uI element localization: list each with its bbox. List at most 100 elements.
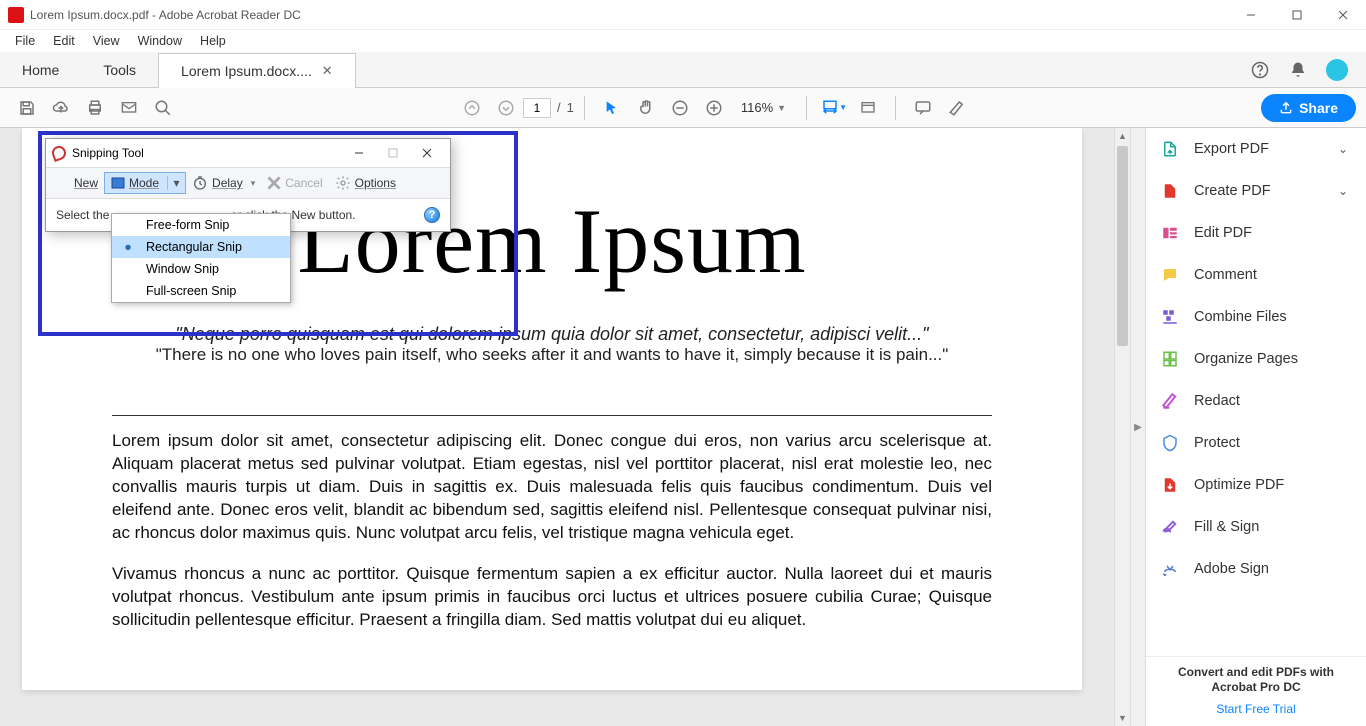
zoom-in-icon[interactable]	[697, 91, 731, 125]
page-up-icon[interactable]	[455, 91, 489, 125]
rpanel-item-adobe-sign[interactable]: Adobe Sign	[1146, 548, 1366, 590]
rpanel-item-label: Combine Files	[1194, 309, 1287, 325]
tab-close-icon[interactable]: ✕	[322, 63, 333, 79]
page-down-icon[interactable]	[489, 91, 523, 125]
rpanel-item-combine-files[interactable]: Combine Files	[1146, 296, 1366, 338]
tabs-row: Home Tools Lorem Ipsum.docx.... ✕	[0, 52, 1366, 88]
snip-toolbar: New Mode ▾ Delay ▾ Cancel Options	[46, 167, 450, 199]
save-icon[interactable]	[10, 91, 44, 125]
help-icon[interactable]	[1250, 60, 1270, 80]
rpanel-item-export-pdf[interactable]: Export PDF⌄	[1146, 128, 1366, 170]
rpanel-item-label: Edit PDF	[1194, 225, 1252, 241]
comment-icon[interactable]	[906, 91, 940, 125]
scissors-icon	[50, 144, 68, 162]
rpanel-item-redact[interactable]: Redact	[1146, 380, 1366, 422]
page-total: 1	[567, 100, 574, 115]
cloud-icon[interactable]	[44, 91, 78, 125]
tool-icon	[1160, 266, 1180, 284]
highlight-icon[interactable]	[940, 91, 974, 125]
rpanel-item-comment[interactable]: Comment	[1146, 254, 1366, 296]
snip-options-button[interactable]: Options	[329, 171, 402, 195]
snip-minimize-button[interactable]	[342, 141, 376, 165]
minimize-button[interactable]	[1228, 0, 1274, 30]
scroll-thumb[interactable]	[1117, 146, 1128, 346]
tool-icon	[1160, 434, 1180, 452]
doc-subtitle-1: "Neque porro quisquam est qui dolorem ip…	[112, 324, 992, 345]
start-trial-link[interactable]: Start Free Trial	[1146, 698, 1366, 726]
page-number: / 1	[523, 98, 574, 118]
snip-mode-rectangular-snip[interactable]: ● Rectangular Snip	[112, 236, 290, 258]
chevron-down-icon[interactable]: ⌄	[1338, 184, 1348, 198]
maximize-button[interactable]	[1274, 0, 1320, 30]
rpanel-item-organize-pages[interactable]: Organize Pages	[1146, 338, 1366, 380]
snip-options-label: Options	[355, 176, 396, 190]
menu-window[interactable]: Window	[129, 32, 191, 50]
snip-mode-full-screen-snip[interactable]: Full-screen Snip	[112, 280, 290, 302]
rpanel-item-create-pdf[interactable]: Create PDF⌄	[1146, 170, 1366, 212]
tab-tools[interactable]: Tools	[81, 52, 158, 87]
snip-mode-label: Full-screen Snip	[146, 284, 236, 298]
share-button[interactable]: Share	[1261, 94, 1356, 122]
snip-mode-button[interactable]: Mode ▾	[104, 172, 186, 194]
titlebar: Lorem Ipsum.docx.pdf - Adobe Acrobat Rea…	[0, 0, 1366, 30]
page-input[interactable]	[523, 98, 551, 118]
rpanel-item-label: Organize Pages	[1194, 351, 1298, 367]
zoom-display[interactable]: 116%▼	[741, 100, 786, 115]
chevron-down-icon[interactable]: ⌄	[1338, 142, 1348, 156]
tool-icon	[1160, 140, 1180, 158]
rpanel-item-protect[interactable]: Protect	[1146, 422, 1366, 464]
scroll-up-icon[interactable]: ▲	[1115, 128, 1130, 144]
snip-new-button[interactable]: New	[50, 172, 104, 194]
rpanel-item-optimize-pdf[interactable]: Optimize PDF	[1146, 464, 1366, 506]
menu-help[interactable]: Help	[191, 32, 235, 50]
menu-view[interactable]: View	[84, 32, 129, 50]
menu-edit[interactable]: Edit	[44, 32, 84, 50]
snip-close-button[interactable]	[410, 141, 444, 165]
snip-titlebar[interactable]: Snipping Tool	[46, 139, 450, 167]
scroll-down-icon[interactable]: ▼	[1115, 710, 1130, 726]
rpanel-item-label: Comment	[1194, 267, 1257, 283]
search-icon[interactable]	[146, 91, 180, 125]
promo-text: Convert and edit PDFs with Acrobat Pro D…	[1146, 656, 1366, 698]
zoom-out-icon[interactable]	[663, 91, 697, 125]
tab-document[interactable]: Lorem Ipsum.docx.... ✕	[158, 53, 356, 88]
snip-delay-label: Delay	[212, 176, 243, 190]
snip-cancel-button: Cancel	[261, 172, 328, 194]
hand-icon[interactable]	[629, 91, 663, 125]
snip-cancel-label: Cancel	[285, 176, 322, 190]
snip-mode-free-form-snip[interactable]: Free-form Snip	[112, 214, 290, 236]
snip-mode-menu[interactable]: Free-form Snip ● Rectangular Snip Window Sn…	[111, 213, 291, 303]
snip-mode-window-snip[interactable]: Window Snip	[112, 258, 290, 280]
zoom-value: 116%	[741, 100, 773, 115]
bell-icon[interactable]	[1288, 60, 1308, 80]
snip-status-pre: Select the	[56, 208, 113, 222]
snip-maximize-button[interactable]	[376, 141, 410, 165]
rpanel-item-edit-pdf[interactable]: Edit PDF	[1146, 212, 1366, 254]
rpanel-item-label: Adobe Sign	[1194, 561, 1269, 577]
close-button[interactable]	[1320, 0, 1366, 30]
doc-paragraph: Vivamus rhoncus a nunc ac porttitor. Qui…	[112, 563, 992, 632]
clock-icon	[192, 175, 208, 191]
bullet-icon: ●	[120, 240, 136, 254]
chevron-down-icon[interactable]: ▾	[251, 178, 256, 189]
tab-home[interactable]: Home	[0, 52, 81, 87]
panel-toggle[interactable]: ▶	[1130, 128, 1146, 726]
pointer-icon[interactable]	[595, 91, 629, 125]
snip-mode-label: Window Snip	[146, 262, 219, 276]
snip-delay-button[interactable]: Delay ▾	[186, 171, 261, 195]
menubar: File Edit View Window Help	[0, 30, 1366, 52]
tool-icon	[1160, 518, 1180, 536]
chevron-down-icon[interactable]: ▾	[167, 176, 181, 190]
avatar[interactable]	[1326, 59, 1348, 81]
page-sep: /	[557, 100, 561, 115]
mail-icon[interactable]	[112, 91, 146, 125]
rpanel-item-fill-sign[interactable]: Fill & Sign	[1146, 506, 1366, 548]
help-icon[interactable]: ?	[424, 207, 440, 223]
vertical-scrollbar[interactable]: ▲ ▼	[1114, 128, 1130, 726]
print-icon[interactable]	[78, 91, 112, 125]
snip-mode-label: Rectangular Snip	[146, 240, 242, 254]
tool-icon	[1160, 392, 1180, 410]
page-display-icon[interactable]	[851, 91, 885, 125]
fit-width-icon[interactable]: ▼	[817, 91, 851, 125]
menu-file[interactable]: File	[6, 32, 44, 50]
